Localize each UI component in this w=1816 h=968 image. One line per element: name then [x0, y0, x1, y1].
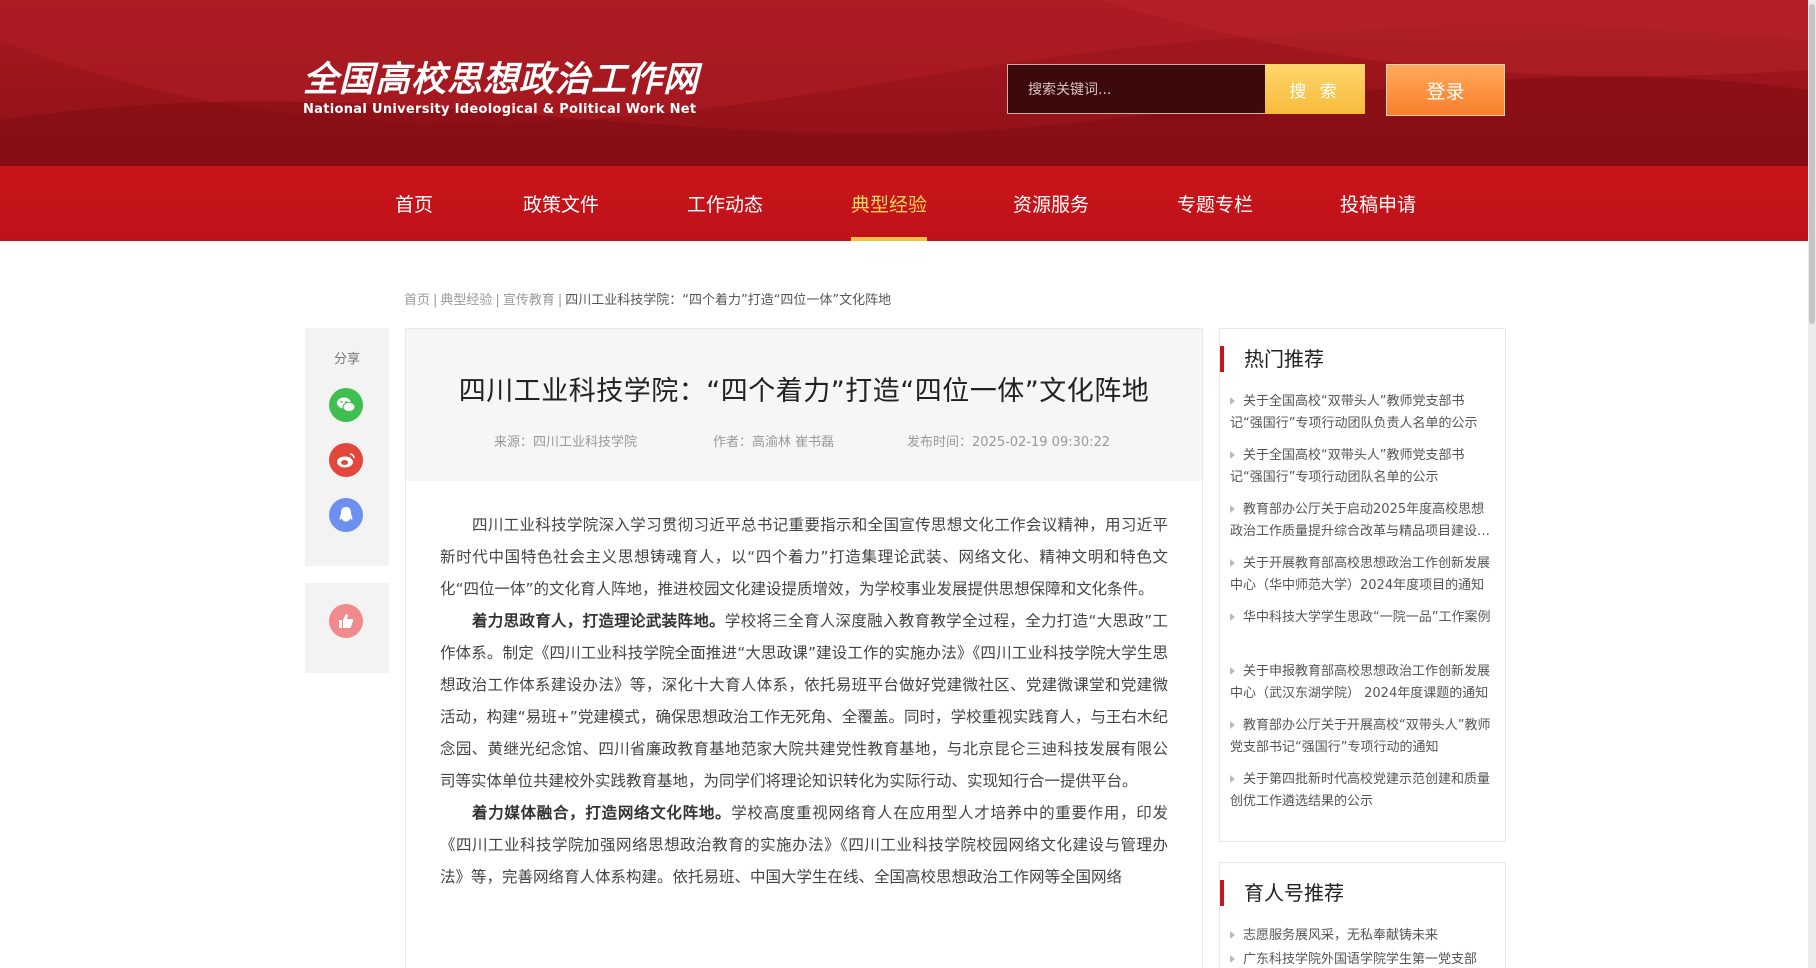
active-nav-underline: [851, 237, 928, 241]
list-item[interactable]: 关于第四批新时代高校党建示范创建和质量创优工作遴选结果的公示: [1230, 769, 1494, 823]
like-panel: [305, 583, 389, 673]
wechat-icon[interactable]: [329, 388, 363, 422]
article-source: 来源：四川工业科技学院: [494, 435, 638, 450]
bullet-arrow-icon: [1230, 666, 1235, 675]
breadcrumb-current: 四川工业科技学院：“四个着力”打造“四位一体”文化阵地: [565, 293, 892, 308]
page: 全国高校思想政治工作网 National University Ideologi…: [0, 0, 1808, 968]
thumbs-up-icon[interactable]: [329, 604, 363, 638]
nav-label: 投稿申请: [1340, 194, 1417, 216]
nav-item-submit[interactable]: 投稿申请: [1340, 166, 1416, 241]
yuren-recommendations-title: 育人号推荐: [1220, 880, 1344, 906]
article-paragraph: 四川工业科技学院深入学习贯彻习近平总书记重要指示和全国宣传思想文化工作会议精神，…: [440, 509, 1168, 605]
nav-item-typical-experience[interactable]: 典型经验: [851, 166, 928, 241]
article-title: 四川工业科技学院：“四个着力”打造“四位一体”文化阵地: [458, 376, 1150, 407]
list-item-text: 关于全国高校“双带头人”教师党支部书记“强国行”专项行动团队名单的公示: [1230, 448, 1465, 485]
paragraph-lead: 着力媒体融合，打造网络文化阵地。: [472, 804, 732, 822]
nav-label: 资源服务: [1013, 194, 1090, 216]
list-item[interactable]: 关于申报教育部高校思想政治工作创新发展中心（武汉东湖学院） 2024年度课题的通…: [1230, 661, 1494, 715]
logo-english-title: National University Ideological & Politi…: [303, 102, 697, 117]
yuren-recommendations: 育人号推荐 志愿服务展风采，无私奉献铸未来 广东科技学院外国语学院学生第一党支部: [1219, 862, 1506, 968]
bullet-arrow-icon: [1230, 720, 1235, 729]
list-item[interactable]: 教育部办公厅关于开展高校“双带头人”教师党支部书记“强国行”专项行动的通知: [1230, 715, 1494, 769]
article-header: 四川工业科技学院：“四个着力”打造“四位一体”文化阵地 来源：四川工业科技学院 …: [406, 329, 1202, 481]
hot-list: 关于全国高校“双带头人”教师党支部书记“强国行”专项行动团队负责人名单的公示 关…: [1230, 391, 1494, 823]
yuren-list: 志愿服务展风采，无私奉献铸未来 广东科技学院外国语学院学生第一党支部: [1230, 925, 1494, 968]
site-header: 全国高校思想政治工作网 National University Ideologi…: [0, 0, 1808, 166]
list-item[interactable]: 志愿服务展风采，无私奉献铸未来: [1230, 925, 1494, 949]
breadcrumb-home[interactable]: 首页: [404, 293, 430, 308]
list-item[interactable]: 关于全国高校“双带头人”教师党支部书记“强国行”专项行动团队负责人名单的公示: [1230, 391, 1494, 445]
article-body: 四川工业科技学院深入学习贯彻习近平总书记重要指示和全国宣传思想文化工作会议精神，…: [440, 509, 1168, 893]
breadcrumb-separator: |: [433, 293, 438, 308]
paragraph-text: 四川工业科技学院深入学习贯彻习近平总书记重要指示和全国宣传思想文化工作会议精神，…: [440, 516, 1168, 598]
bullet-arrow-icon: [1230, 504, 1235, 513]
nav-item-resources[interactable]: 资源服务: [1013, 166, 1089, 241]
logo-chinese-title: 全国高校思想政治工作网: [303, 59, 700, 100]
breadcrumb-publicity-education[interactable]: 宣传教育: [503, 293, 555, 308]
nav-label: 典型经验: [851, 194, 928, 216]
list-item-text: 教育部办公厅关于开展高校“双带头人”教师党支部书记“强国行”专项行动的通知: [1230, 718, 1491, 755]
header-wave-decoration: [0, 0, 1808, 166]
search-input[interactable]: 搜索关键词...: [1007, 64, 1265, 114]
bullet-arrow-icon: [1230, 396, 1235, 405]
page-scrollbar[interactable]: [1808, 0, 1816, 968]
site-logo[interactable]: 全国高校思想政治工作网 National University Ideologi…: [303, 59, 700, 118]
qq-icon[interactable]: [329, 498, 363, 532]
list-item-text: 广东科技学院外国语学院学生第一党支部: [1243, 952, 1478, 967]
hot-recommendations-title: 热门推荐: [1220, 346, 1324, 372]
nav-item-topics[interactable]: 专题专栏: [1177, 166, 1253, 241]
bullet-arrow-icon: [1230, 774, 1235, 783]
search-button[interactable]: 搜 索: [1265, 64, 1365, 114]
list-item[interactable]: 广东科技学院外国语学院学生第一党支部: [1230, 949, 1494, 968]
breadcrumb-separator: |: [495, 293, 500, 308]
weibo-icon[interactable]: [329, 443, 363, 477]
bullet-arrow-icon: [1230, 558, 1235, 567]
bullet-arrow-icon: [1230, 450, 1235, 459]
paragraph-lead: 着力思政育人，打造理论武装阵地。: [472, 612, 725, 630]
bullet-arrow-icon: [1230, 612, 1235, 621]
nav-label: 专题专栏: [1177, 194, 1254, 216]
nav-label: 政策文件: [523, 194, 600, 216]
article-author: 作者：高渝林 崔书磊: [713, 435, 835, 450]
breadcrumb-typical-experience[interactable]: 典型经验: [440, 293, 492, 308]
breadcrumb: 首页 | 典型经验 | 宣传教育 | 四川工业科技学院：“四个着力”打造“四位一体”文化阵地: [404, 289, 891, 308]
list-item-text: 志愿服务展风采，无私奉献铸未来: [1243, 928, 1439, 943]
article-paragraph: 着力思政育人，打造理论武装阵地。学校将三全育人深度融入教育教学全过程，全力打造“…: [440, 605, 1168, 797]
scrollbar-thumb[interactable]: [1809, 4, 1815, 324]
list-item[interactable]: 关于开展教育部高校思想政治工作创新发展中心（华中师范大学）2024年度项目的通知: [1230, 553, 1494, 607]
login-button[interactable]: 登录: [1386, 64, 1505, 116]
nav-label: 首页: [395, 194, 434, 216]
breadcrumb-separator: |: [557, 293, 563, 308]
share-panel: 分享: [305, 328, 389, 566]
article-paragraph: 着力媒体融合，打造网络文化阵地。学校高度重视网络育人在应用型人才培养中的重要作用…: [440, 797, 1168, 893]
list-item-text: 关于开展教育部高校思想政治工作创新发展中心（华中师范大学）2024年度项目的通知: [1230, 556, 1491, 593]
main-nav: 首页 政策文件 工作动态 典型经验 资源服务 专题专栏 投稿申请: [0, 166, 1808, 241]
share-label: 分享: [333, 352, 360, 367]
list-item-text: 华中科技大学学生思政“一院一品”工作案例: [1243, 610, 1491, 625]
bullet-arrow-icon: [1230, 954, 1235, 963]
list-item-text: 教育部办公厅关于启动2025年度高校思想政治工作质量提升综合改革与精品项目建设的…: [1230, 502, 1491, 539]
list-item-text: 关于第四批新时代高校党建示范创建和质量创优工作遴选结果的公示: [1230, 772, 1491, 809]
list-item[interactable]: 教育部办公厅关于启动2025年度高校思想政治工作质量提升综合改革与精品项目建设的…: [1230, 499, 1494, 553]
list-item-text: 关于全国高校“双带头人”教师党支部书记“强国行”专项行动团队负责人名单的公示: [1230, 394, 1478, 431]
article-publish-time: 发布时间：2025-02-19 09:30:22: [907, 435, 1111, 450]
nav-label: 工作动态: [687, 194, 764, 216]
nav-item-news[interactable]: 工作动态: [687, 166, 763, 241]
article: 四川工业科技学院：“四个着力”打造“四位一体”文化阵地 来源：四川工业科技学院 …: [405, 328, 1203, 968]
paragraph-text: 学校将三全育人深度融入教育教学全过程，全力打造“大思政”工作体系。制定《四川工业…: [440, 612, 1168, 790]
nav-item-home[interactable]: 首页: [395, 166, 433, 241]
search-placeholder: 搜索关键词...: [1028, 82, 1112, 98]
bullet-arrow-icon: [1230, 930, 1235, 939]
list-item[interactable]: 华中科技大学学生思政“一院一品”工作案例: [1230, 607, 1494, 661]
hot-recommendations: 热门推荐 关于全国高校“双带头人”教师党支部书记“强国行”专项行动团队负责人名单…: [1219, 328, 1506, 842]
nav-item-policy[interactable]: 政策文件: [523, 166, 599, 241]
list-item[interactable]: 关于全国高校“双带头人”教师党支部书记“强国行”专项行动团队名单的公示: [1230, 445, 1494, 499]
list-item-text: 关于申报教育部高校思想政治工作创新发展中心（武汉东湖学院） 2024年度课题的通…: [1230, 664, 1491, 701]
